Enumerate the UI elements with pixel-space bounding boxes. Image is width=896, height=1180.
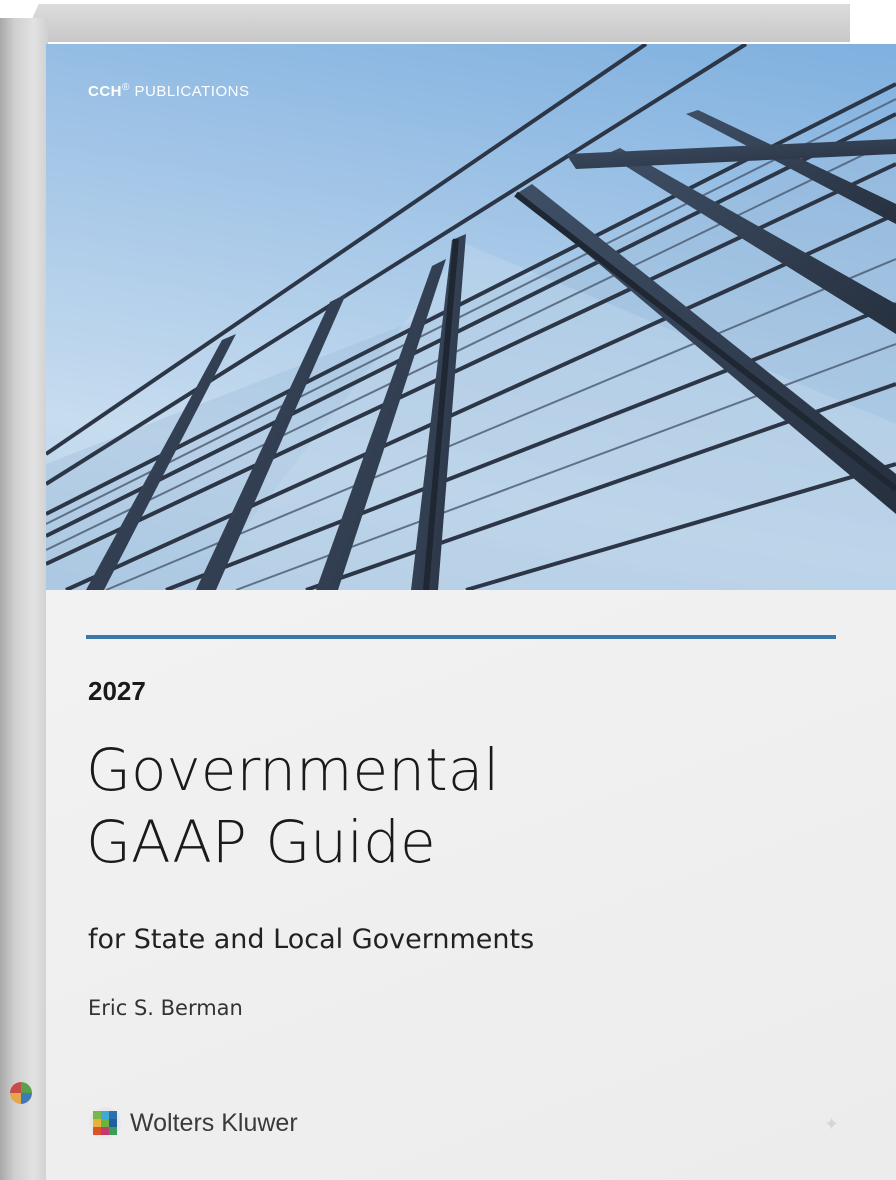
book-cover-mockup: CCH® PUBLICATIONS 2027 Governmental GAAP… — [0, 0, 896, 1180]
sparkle-icon: ✦ — [824, 1114, 840, 1135]
publisher-text: PUBLICATIONS — [134, 83, 250, 100]
brand-name: Wolters Kluwer — [130, 1108, 298, 1137]
book-subtitle: for State and Local Governments — [88, 924, 535, 955]
cover-photo: CCH® PUBLICATIONS — [46, 44, 896, 590]
accent-rule — [86, 635, 836, 639]
book-spine — [0, 18, 48, 1180]
front-cover: CCH® PUBLICATIONS 2027 Governmental GAAP… — [46, 44, 896, 1180]
book-top-edge — [22, 4, 850, 42]
wolters-kluwer-logo-icon — [89, 1107, 121, 1139]
book-author: Eric S. Berman — [88, 996, 243, 1020]
edition-year: 2027 — [88, 676, 146, 706]
building-facade-graphic — [46, 44, 896, 590]
publisher-brand: CCH — [88, 83, 122, 100]
registered-mark: ® — [122, 82, 130, 93]
book-title: Governmental GAAP Guide — [86, 734, 846, 878]
publisher-brand-block: Wolters Kluwer — [88, 1106, 298, 1140]
title-line-2: GAAP Guide — [86, 808, 436, 876]
publisher-label: CCH® PUBLICATIONS — [88, 82, 249, 100]
title-line-1: Governmental — [86, 736, 500, 804]
spine-logo-icon — [10, 1082, 32, 1104]
